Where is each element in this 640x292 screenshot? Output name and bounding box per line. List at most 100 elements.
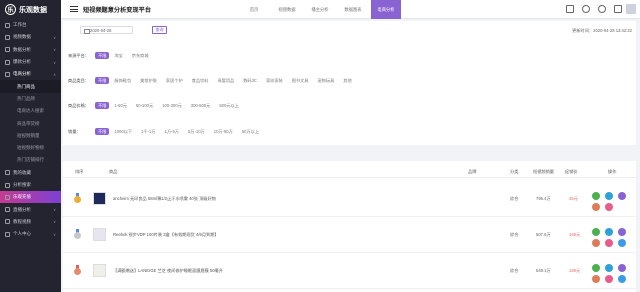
video-icon[interactable] xyxy=(618,192,626,200)
chat-icon[interactable] xyxy=(582,5,590,13)
filter-option[interactable]: 1000以下 xyxy=(114,129,132,135)
sidebar-item-0[interactable]: 工作台 xyxy=(0,19,61,31)
sidebar-item-9[interactable]: 短视频销量 xyxy=(0,130,61,142)
fullscreen-icon[interactable] xyxy=(614,5,622,13)
tab-4[interactable]: 电商分析 xyxy=(371,0,401,19)
filter-option[interactable]: 家纺家装 xyxy=(266,78,283,84)
filter-option[interactable]: 不限 xyxy=(95,101,110,110)
filter-option[interactable]: 300-500元 xyxy=(191,103,211,109)
filter-row-0: 来源平台： 不限 淘宝 京东商城 xyxy=(68,51,158,60)
product-name[interactable]: ancheim 无印良品 58ml薄1/2止汗水喷雾 40张 顶级好物 xyxy=(113,196,216,202)
sidebar-item-10[interactable]: 短视频好物榜 xyxy=(0,142,61,154)
product-thumbnail[interactable] xyxy=(93,228,106,241)
sidebar-item-12[interactable]: 我的收藏 xyxy=(0,167,61,179)
cart-icon[interactable] xyxy=(605,275,613,283)
product-name[interactable]: Reebok 锐步VDP 100片装 3盒【有效期现货 4/6月到期】 xyxy=(113,232,219,238)
date-picker[interactable]: 2020-04-28 xyxy=(80,26,133,35)
user-icon[interactable] xyxy=(618,239,626,247)
sidebar-item-8[interactable]: 商品带货榜 xyxy=(0,117,61,129)
filter-option[interactable]: 5万-10万 xyxy=(188,129,205,135)
tab-3[interactable]: 数据图表 xyxy=(338,0,368,19)
sidebar-item-label: 商品带货榜 xyxy=(17,120,40,126)
video-icon[interactable] xyxy=(618,228,626,236)
nav-icon xyxy=(5,231,10,237)
filter-option[interactable]: 家居个护 xyxy=(166,78,183,84)
tab-1[interactable]: 视频数据 xyxy=(272,0,302,19)
tab-0[interactable]: 首页 xyxy=(239,0,269,19)
filter-option[interactable]: 不限 xyxy=(95,127,110,136)
filter-option[interactable]: 不限 xyxy=(95,76,110,85)
filter-option[interactable]: 淘宝 xyxy=(114,53,122,59)
favorite-icon[interactable] xyxy=(592,275,600,283)
bell-icon[interactable] xyxy=(598,5,606,13)
product-thumbnail[interactable] xyxy=(93,192,106,205)
user-icon[interactable] xyxy=(618,275,626,283)
filter-option[interactable]: 500元以上 xyxy=(219,103,239,109)
sidebar-item-4[interactable]: 电商分析 ∧ xyxy=(0,68,61,80)
filter-option[interactable]: 服饰鞋包 xyxy=(114,78,131,84)
filter-option[interactable]: 母婴用品 xyxy=(217,78,234,84)
analyze-icon[interactable] xyxy=(592,264,600,272)
tab-2[interactable]: 播主分析 xyxy=(305,0,335,19)
product-thumbnail[interactable] xyxy=(93,264,106,277)
filter-option[interactable]: 宠物玩具 xyxy=(317,78,334,84)
sidebar-item-6[interactable]: 热门品牌 xyxy=(0,93,61,105)
chevron-icon: ∨ xyxy=(53,207,56,213)
sidebar-item-3[interactable]: 爆款分析 ∨ xyxy=(0,56,61,68)
filter-option[interactable]: 不限 xyxy=(95,51,110,60)
filter-option[interactable]: 100-300元 xyxy=(162,103,182,109)
menu-toggle-icon[interactable] xyxy=(70,6,78,12)
sidebar-item-15[interactable]: 直播分析 ∨ xyxy=(0,203,61,215)
medal-icon xyxy=(74,193,81,203)
filter-option[interactable]: 其他 xyxy=(343,78,351,84)
filter-option[interactable]: 10万-50万 xyxy=(214,129,233,135)
analyze-icon[interactable] xyxy=(592,228,600,236)
query-button[interactable]: 查询 xyxy=(152,26,167,34)
sidebar-item-5[interactable]: 热门商品 xyxy=(0,80,61,93)
sidebar-item-label: 工作台 xyxy=(13,22,27,28)
filter-option[interactable]: 1千-1万 xyxy=(141,129,155,135)
cart-icon[interactable] xyxy=(605,203,613,211)
avatar[interactable] xyxy=(626,4,636,14)
detail-icon[interactable] xyxy=(605,228,613,236)
filter-option[interactable]: 美妆护肤 xyxy=(140,78,157,84)
grid-icon[interactable] xyxy=(566,5,574,13)
sidebar-item-11[interactable]: 热门店铺排行 xyxy=(0,154,61,166)
filter-option[interactable]: 1-50元 xyxy=(114,103,127,109)
favorite-icon[interactable] xyxy=(592,203,600,211)
detail-icon[interactable] xyxy=(605,264,613,272)
filter-option[interactable]: 数码3C xyxy=(243,78,257,84)
filter-option[interactable]: 50-100元 xyxy=(136,103,153,109)
sidebar-item-label: 视频数据 xyxy=(13,34,31,40)
filter-option[interactable]: 京东商城 xyxy=(132,53,149,59)
analyze-icon[interactable] xyxy=(592,192,600,200)
sidebar-item-14[interactable]: 乐观充值 xyxy=(0,191,61,204)
filter-option[interactable]: 50万以上 xyxy=(242,129,259,135)
sidebar-item-label: 乐观充值 xyxy=(13,194,31,200)
favorite-icon[interactable] xyxy=(592,239,600,247)
filter-option[interactable]: 1万-5万 xyxy=(165,129,179,135)
chevron-icon: ∨ xyxy=(53,59,56,65)
cart-icon[interactable] xyxy=(605,239,613,247)
sidebar-item-label: 教程视频 xyxy=(13,218,31,224)
detail-icon[interactable] xyxy=(605,192,613,200)
brand-logo[interactable]: 乐 乐观数据 xyxy=(0,0,61,19)
medal-icon xyxy=(74,265,81,275)
video-icon[interactable] xyxy=(618,264,626,272)
sidebar-item-7[interactable]: 电商达人搜索 xyxy=(0,105,61,117)
sidebar-item-2[interactable]: 数据分析 ∨ xyxy=(0,44,61,56)
nav-icon xyxy=(5,22,10,28)
price-cell: 35元 xyxy=(569,196,578,201)
product-name[interactable]: 【满额赠送】LANEIGE 兰芝 夜间修护睡眠面膜唇膜 50毫升 xyxy=(113,268,223,274)
sidebar-item-1[interactable]: 视频数据 ∨ xyxy=(0,31,61,43)
filter-option[interactable]: 食品饮料 xyxy=(192,78,209,84)
nav-icon xyxy=(5,219,10,225)
filter-label: 商品价格： xyxy=(68,102,89,108)
nav-icon xyxy=(5,59,10,65)
sidebar-item-label: 分析搜索 xyxy=(13,182,31,187)
sidebar-item-13[interactable]: 分析搜索 xyxy=(0,179,61,191)
sidebar-item-label: 电商分析 xyxy=(13,71,31,77)
sidebar-item-16[interactable]: 教程视频 ∨ xyxy=(0,216,61,228)
sidebar-item-17[interactable]: 个人中心 ∨ xyxy=(0,228,61,240)
filter-option[interactable]: 图书文具 xyxy=(292,78,309,84)
